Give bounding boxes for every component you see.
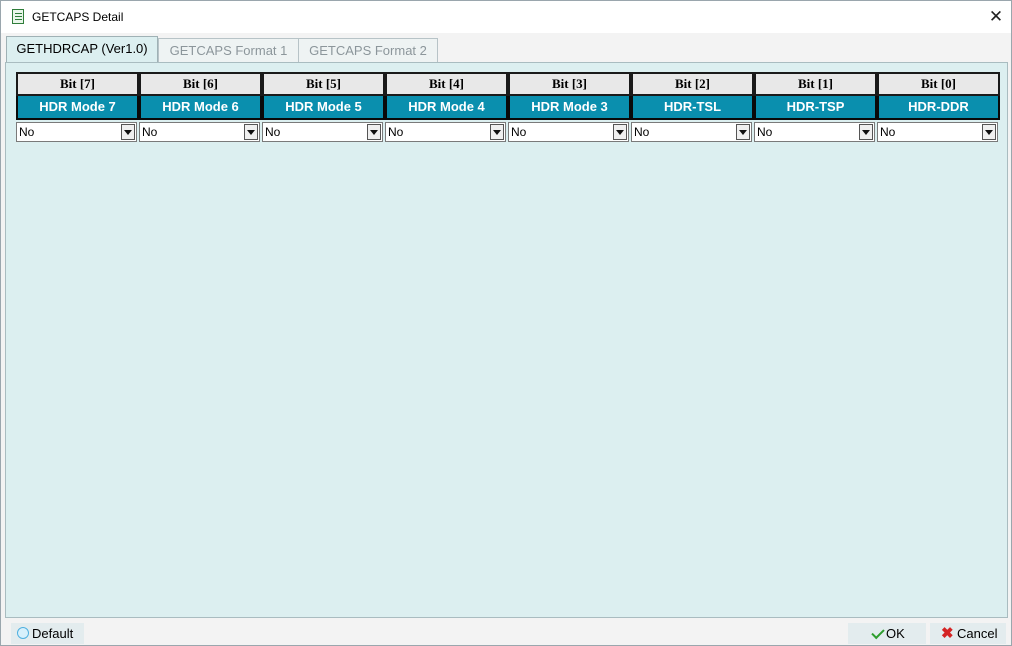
bit-header: Bit [1] [754,72,877,96]
tab-content-panel: Bit [7] Bit [6] Bit [5] Bit [4] Bit [3] … [5,62,1008,618]
getcaps-detail-window: GETCAPS Detail ✕ GETHDRCAP (Ver1.0) GETC… [0,0,1012,646]
select-value: No [19,125,35,139]
select-value: No [757,125,773,139]
bit-header: Bit [0] [877,72,1000,96]
hdr-tsl-select[interactable]: No [631,122,752,142]
field-name-header: HDR Mode 7 [16,96,139,120]
value-cell: No [877,120,1000,144]
hdr-mode-6-select[interactable]: No [139,122,260,142]
value-cell: No [139,120,262,144]
default-button[interactable]: Default [11,623,84,644]
default-button-label: Default [32,626,74,641]
close-button[interactable]: ✕ [981,5,1011,29]
ok-button[interactable]: OK [848,623,926,644]
value-cell: No [754,120,877,144]
default-icon [17,627,29,639]
bit-header: Bit [6] [139,72,262,96]
chevron-down-icon[interactable] [736,124,750,140]
bit-header: Bit [2] [631,72,754,96]
field-name-header: HDR Mode 5 [262,96,385,120]
value-cell: No [16,120,139,144]
document-icon [12,9,24,24]
cancel-button-label: Cancel [957,626,998,641]
dialog-footer: Default OK ✖ Cancel [1,619,1011,645]
select-value: No [265,125,281,139]
bit-header: Bit [4] [385,72,508,96]
tab-label: GETCAPS Format 2 [309,43,427,58]
select-value: No [634,125,650,139]
select-value: No [511,125,527,139]
hdr-mode-4-select[interactable]: No [385,122,506,142]
ok-button-label: OK [886,626,905,641]
tab-label: GETHDRCAP (Ver1.0) [16,41,148,56]
value-cell: No [385,120,508,144]
chevron-down-icon[interactable] [490,124,504,140]
bit-header: Bit [5] [262,72,385,96]
chevron-down-icon[interactable] [244,124,258,140]
hdr-ddr-select[interactable]: No [877,122,998,142]
cancel-button[interactable]: ✖ Cancel [930,623,1006,644]
select-value: No [880,125,896,139]
tab-getcaps-format-1[interactable]: GETCAPS Format 1 [158,38,299,62]
field-name-header: HDR-DDR [877,96,1000,120]
chevron-down-icon[interactable] [859,124,873,140]
bit-header: Bit [7] [16,72,139,96]
checkmark-icon [871,625,885,640]
chevron-down-icon[interactable] [121,124,135,140]
chevron-down-icon[interactable] [982,124,996,140]
field-name-header: HDR Mode 3 [508,96,631,120]
value-cell: No [631,120,754,144]
bit-header: Bit [3] [508,72,631,96]
field-name-header: HDR Mode 4 [385,96,508,120]
hdr-mode-5-select[interactable]: No [262,122,383,142]
select-value: No [388,125,404,139]
tab-getcaps-format-2[interactable]: GETCAPS Format 2 [298,38,438,62]
bit-grid: Bit [7] Bit [6] Bit [5] Bit [4] Bit [3] … [16,72,1000,144]
close-icon: ✖ [941,625,954,642]
field-name-header: HDR Mode 6 [139,96,262,120]
hdr-tsp-select[interactable]: No [754,122,875,142]
chevron-down-icon[interactable] [367,124,381,140]
window-title: GETCAPS Detail [32,10,124,24]
title-bar: GETCAPS Detail ✕ [1,1,1011,33]
value-cell: No [508,120,631,144]
tab-gethdrcap[interactable]: GETHDRCAP (Ver1.0) [6,36,158,63]
hdr-mode-7-select[interactable]: No [16,122,137,142]
field-name-header: HDR-TSL [631,96,754,120]
field-name-header: HDR-TSP [754,96,877,120]
select-value: No [142,125,158,139]
tab-strip: GETHDRCAP (Ver1.0) GETCAPS Format 1 GETC… [6,33,1008,63]
tab-label: GETCAPS Format 1 [169,43,288,58]
value-cell: No [262,120,385,144]
chevron-down-icon[interactable] [613,124,627,140]
hdr-mode-3-select[interactable]: No [508,122,629,142]
